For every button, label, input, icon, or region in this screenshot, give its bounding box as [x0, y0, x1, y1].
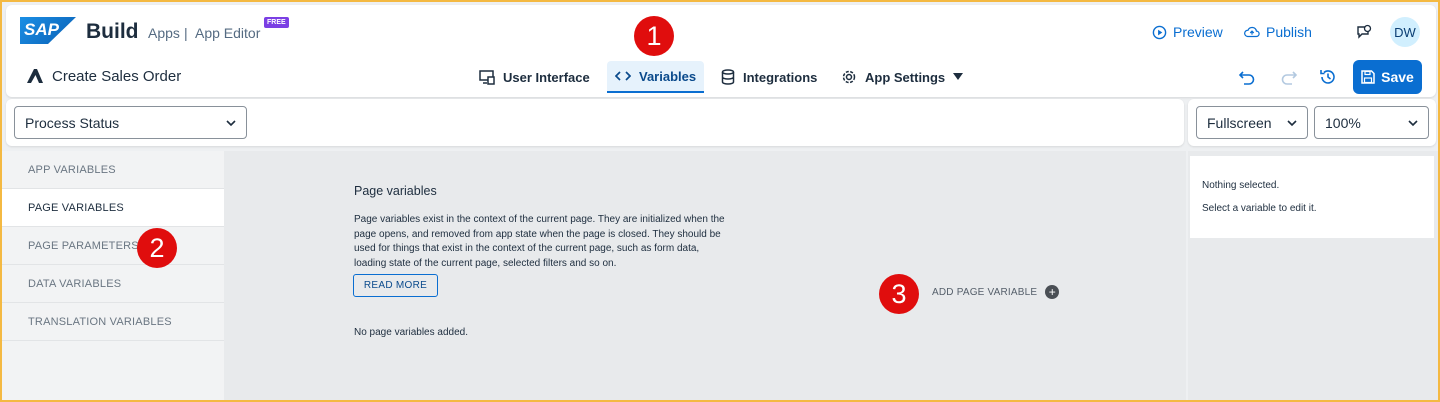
plus-circle-icon: +: [1045, 285, 1060, 299]
brand-separator: |: [184, 25, 188, 41]
sidebar-item-page-variables[interactable]: PAGE VARIABLES: [2, 189, 224, 227]
app-window: SAP Build Apps | App Editor FREE Preview…: [2, 2, 1438, 400]
database-icon: [721, 69, 735, 85]
tab-app-settings[interactable]: App Settings: [833, 61, 971, 93]
callout-marker-1: 1: [634, 16, 674, 56]
app-logo-icon: [27, 69, 43, 83]
page-title: Page variables: [354, 184, 437, 198]
history-icon[interactable]: [1319, 68, 1337, 86]
tab-integrations[interactable]: Integrations: [713, 61, 825, 93]
brand-app-editor: App Editor: [195, 25, 261, 41]
view-mode-select[interactable]: Fullscreen: [1196, 106, 1308, 139]
zoom-value: 100%: [1325, 114, 1361, 131]
sidebar-item-page-parameters[interactable]: PAGE PARAMETERS: [2, 227, 224, 265]
save-label: Save: [1381, 69, 1414, 85]
add-page-variable-label: ADD PAGE VARIABLE: [932, 286, 1038, 298]
tab-label: App Settings: [865, 69, 946, 85]
empty-state-text: No page variables added.: [354, 327, 468, 338]
callout-marker-2: 2: [137, 228, 177, 268]
page-toolbar: Process Status: [6, 99, 1184, 146]
save-button[interactable]: Save: [1353, 60, 1422, 94]
main-content: Page variables Page variables exist in t…: [224, 151, 1186, 400]
app-header: SAP Build Apps | App Editor FREE Preview…: [6, 5, 1436, 97]
sidebar-item-data-variables[interactable]: DATA VARIABLES: [2, 265, 224, 303]
view-toolbar: Fullscreen 100%: [1188, 99, 1436, 146]
variables-sidebar: APP VARIABLES PAGE VARIABLES PAGE PARAME…: [2, 151, 224, 400]
tab-label: Variables: [639, 68, 697, 84]
cloud-upload-icon: [1244, 26, 1260, 38]
view-mode-value: Fullscreen: [1207, 114, 1272, 131]
brand-apps[interactable]: Apps: [148, 25, 180, 41]
play-circle-icon: [1152, 25, 1167, 39]
tab-label: Integrations: [743, 69, 818, 85]
caret-down-icon: [953, 73, 964, 80]
chevron-down-icon: [1408, 119, 1418, 126]
app-name: Create Sales Order: [52, 68, 182, 85]
tab-variables[interactable]: Variables: [607, 61, 705, 93]
code-icon: [615, 71, 631, 81]
select-hint-text: Select a variable to edit it.: [1202, 203, 1317, 214]
chevron-down-icon: [1287, 119, 1297, 126]
brand-build: Build: [86, 20, 139, 43]
read-more-button[interactable]: READ MORE: [353, 274, 438, 297]
gear-icon: [842, 70, 856, 84]
redo-icon[interactable]: [1280, 68, 1298, 86]
sidebar-item-app-variables[interactable]: APP VARIABLES: [2, 151, 224, 189]
preview-label: Preview: [1173, 24, 1223, 40]
free-badge: FREE: [264, 17, 289, 28]
tab-label: User Interface: [503, 69, 590, 85]
page-select[interactable]: Process Status: [14, 106, 247, 139]
save-icon: [1361, 70, 1375, 84]
nothing-selected-text: Nothing selected.: [1202, 180, 1280, 191]
zoom-select[interactable]: 100%: [1314, 106, 1429, 139]
properties-card: Nothing selected. Select a variable to e…: [1190, 156, 1434, 238]
sap-logo[interactable]: SAP: [20, 17, 76, 44]
callout-marker-3: 3: [879, 274, 919, 314]
user-avatar[interactable]: DW: [1390, 17, 1420, 47]
add-page-variable-button[interactable]: ADD PAGE VARIABLE +: [932, 285, 1060, 299]
undo-icon[interactable]: [1238, 68, 1256, 86]
sidebar-item-translation-variables[interactable]: TRANSLATION VARIABLES: [2, 303, 224, 341]
properties-panel: Nothing selected. Select a variable to e…: [1188, 151, 1438, 400]
feedback-icon[interactable]: [1356, 24, 1372, 40]
page-description: Page variables exist in the context of t…: [354, 214, 725, 269]
page-select-value: Process Status: [25, 114, 120, 131]
ui-icon: [479, 69, 495, 85]
chevron-down-icon: [226, 119, 236, 126]
publish-label: Publish: [1266, 24, 1312, 40]
tab-user-interface[interactable]: User Interface: [471, 61, 598, 93]
publish-button[interactable]: Publish: [1244, 24, 1312, 40]
preview-button[interactable]: Preview: [1152, 24, 1223, 40]
